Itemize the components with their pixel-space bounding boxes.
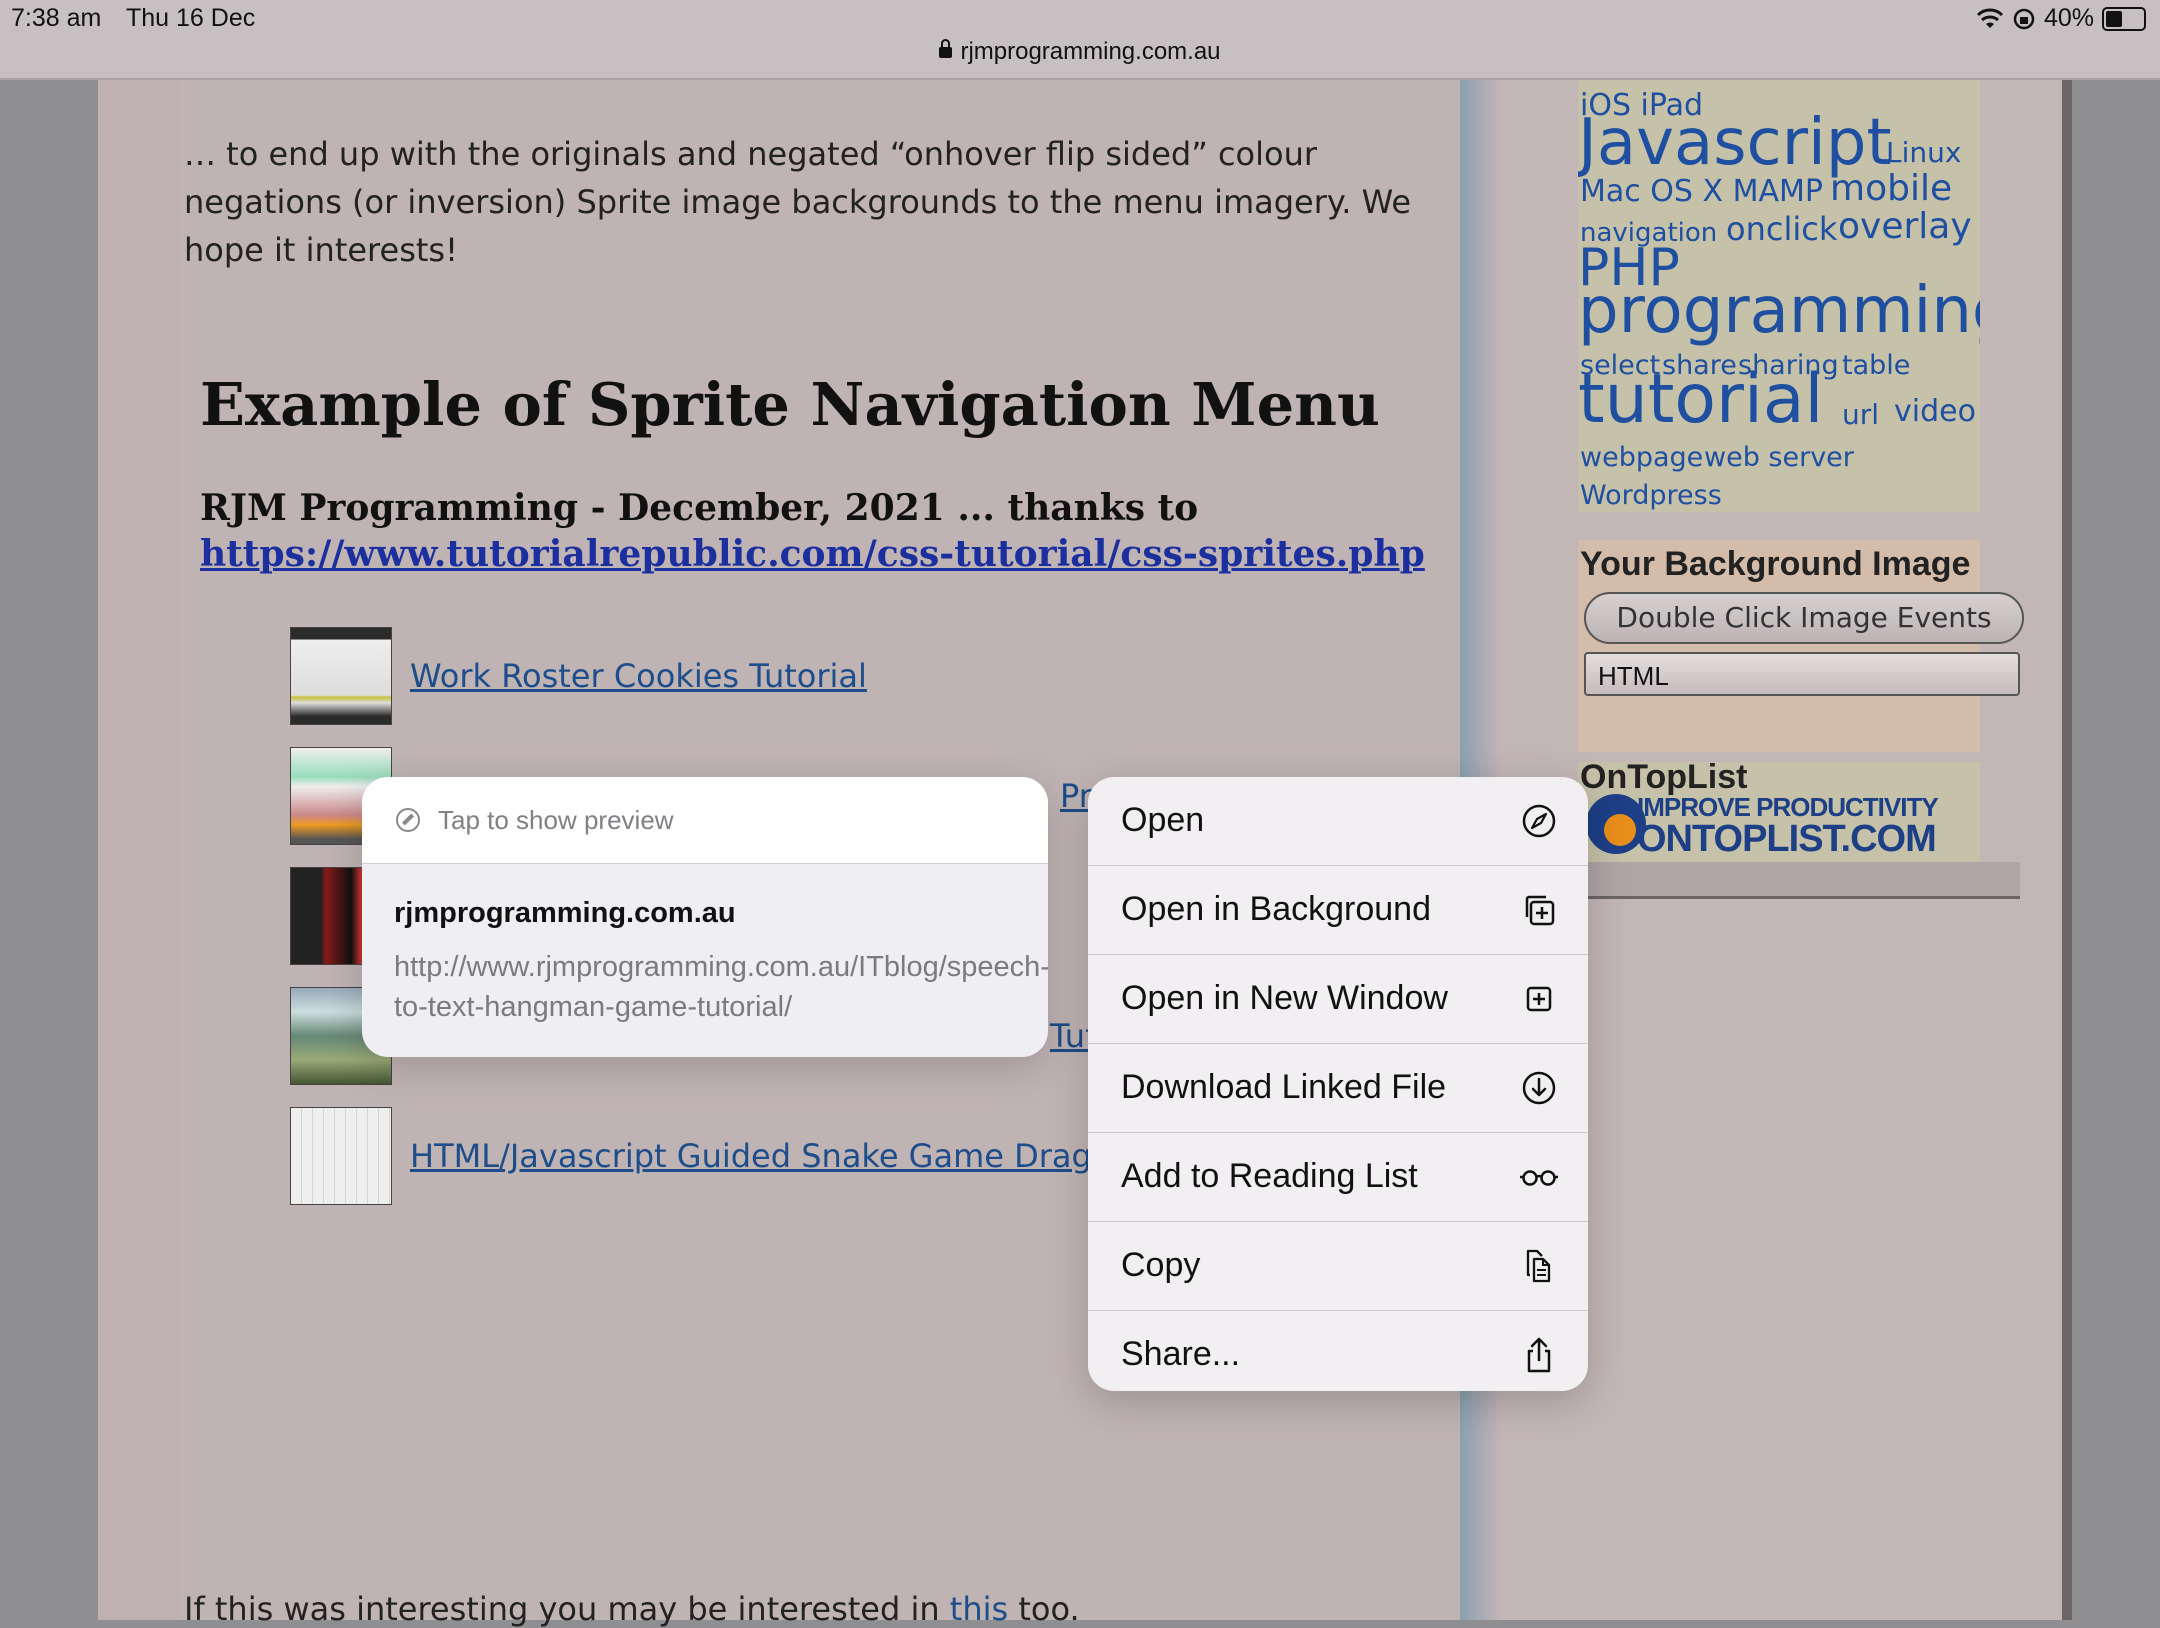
status-bar: 7:38 am Thu 16 Dec rjmprogramming.com.au… xyxy=(0,0,2160,80)
status-indicators: 40% xyxy=(1976,4,2146,33)
menu-item-open-in-background[interactable]: Open in Background xyxy=(1088,866,1588,955)
footer-prefix: If this was interesting you may be inter… xyxy=(184,1590,940,1628)
footer-link[interactable]: this xyxy=(950,1590,1008,1628)
tag-link[interactable]: Wordpress xyxy=(1580,480,1722,511)
menu-item-share[interactable]: Share... xyxy=(1088,1311,1588,1391)
ontoplist-domain[interactable]: ONTOPLIST.COM xyxy=(1637,818,1937,861)
preview-header[interactable]: Tap to show preview xyxy=(362,777,1048,864)
address-bar[interactable]: rjmprogramming.com.au xyxy=(0,38,2160,66)
menu-item-label: Open xyxy=(1121,801,1205,839)
byline: RJM Programming - December, 2021 ... tha… xyxy=(200,485,1425,577)
menu-item-open-in-new-window[interactable]: Open in New Window xyxy=(1088,955,1588,1044)
thumbnail-image[interactable] xyxy=(290,1107,392,1205)
preview-domain: rjmprogramming.com.au xyxy=(394,897,736,929)
glasses-icon xyxy=(1520,1170,1558,1186)
tag-link[interactable]: mobile xyxy=(1830,168,1952,209)
share-icon xyxy=(1527,1337,1551,1373)
byline-link[interactable]: https://www.tutorialrepublic.com/css-tut… xyxy=(200,533,1425,575)
tag-cloud: iOS iPad Javascript Linux Mac OS X MAMP … xyxy=(1578,80,1980,512)
compass-icon xyxy=(1522,804,1556,838)
menu-item-label: Add to Reading List xyxy=(1121,1157,1418,1195)
new-window-icon xyxy=(1526,986,1552,1012)
link-preview-card[interactable]: Tap to show preview rjmprogramming.com.a… xyxy=(362,777,1048,1057)
intro-paragraph: … to end up with the originals and negat… xyxy=(184,135,1412,269)
battery-icon xyxy=(2102,6,2146,31)
footer-suffix: too. xyxy=(1018,1590,1080,1628)
menu-item-label: Copy xyxy=(1121,1246,1201,1284)
open-background-icon xyxy=(1525,895,1555,926)
menu-item-add-to-reading-list[interactable]: Add to Reading List xyxy=(1088,1133,1588,1222)
status-date: Thu 16 Dec xyxy=(126,4,256,32)
menu-item-label: Open in Background xyxy=(1121,890,1431,928)
context-menu: Open Open in Background Open in New Wind… xyxy=(1088,777,1588,1391)
tag-link[interactable]: video xyxy=(1894,394,1976,429)
battery-percent: 40% xyxy=(2043,4,2094,32)
preview-url: http://www.rjmprogramming.com.au/ITblog/… xyxy=(394,951,1048,1023)
list-item[interactable]: Work Roster Cookies Tutorial xyxy=(290,627,1290,727)
page-title: Example of Sprite Navigation Menu xyxy=(200,370,1380,439)
sidebar-footer xyxy=(1562,862,2020,899)
thumbnail-image[interactable] xyxy=(290,627,392,725)
status-time: 7:38 am xyxy=(11,4,102,32)
menu-item-download-linked-file[interactable]: Download Linked File xyxy=(1088,1044,1588,1133)
orientation-lock-icon xyxy=(2013,8,2035,29)
preview-hint: Tap to show preview xyxy=(438,805,674,835)
compass-icon xyxy=(396,808,420,832)
tag-link[interactable]: webpage xyxy=(1580,442,1703,473)
double-click-events-button[interactable]: Double Click Image Events xyxy=(1584,592,2024,644)
tag-link[interactable]: Mac OS X MAMP xyxy=(1580,174,1823,209)
byline-text: RJM Programming - December, 2021 ... tha… xyxy=(200,487,1199,529)
menu-item-copy[interactable]: Copy xyxy=(1088,1222,1588,1311)
tag-link[interactable]: programming xyxy=(1578,274,1980,348)
tag-link[interactable]: tutorial xyxy=(1578,360,1823,439)
menu-item-open[interactable]: Open xyxy=(1088,777,1588,866)
menu-item-label: Download Linked File xyxy=(1121,1068,1447,1106)
tag-link[interactable]: onclick xyxy=(1726,210,1837,248)
format-select[interactable]: HTML xyxy=(1584,652,2020,696)
tag-link[interactable]: overlay xyxy=(1838,206,1972,247)
tag-link[interactable]: table xyxy=(1842,350,1910,381)
item-link[interactable]: Work Roster Cookies Tutorial xyxy=(410,657,867,695)
lock-icon xyxy=(939,39,953,58)
footer-text: If this was interesting you may be inter… xyxy=(184,1590,1080,1628)
address-url: rjmprogramming.com.au xyxy=(960,38,1221,65)
item-link[interactable]: HTML/Javascript Guided Snake Game Drag a… xyxy=(410,1137,1142,1175)
tag-link[interactable]: url xyxy=(1842,398,1879,431)
tag-link[interactable]: Linux xyxy=(1886,136,1961,169)
copy-icon xyxy=(1526,1249,1551,1283)
tag-link[interactable]: web server xyxy=(1704,442,1854,473)
background-image-title: Your Background Image xyxy=(1580,545,1971,583)
menu-item-label: Open in New Window xyxy=(1121,979,1448,1017)
wifi-icon xyxy=(1976,8,2004,28)
menu-item-label: Share... xyxy=(1121,1335,1241,1373)
download-icon xyxy=(1522,1071,1556,1105)
